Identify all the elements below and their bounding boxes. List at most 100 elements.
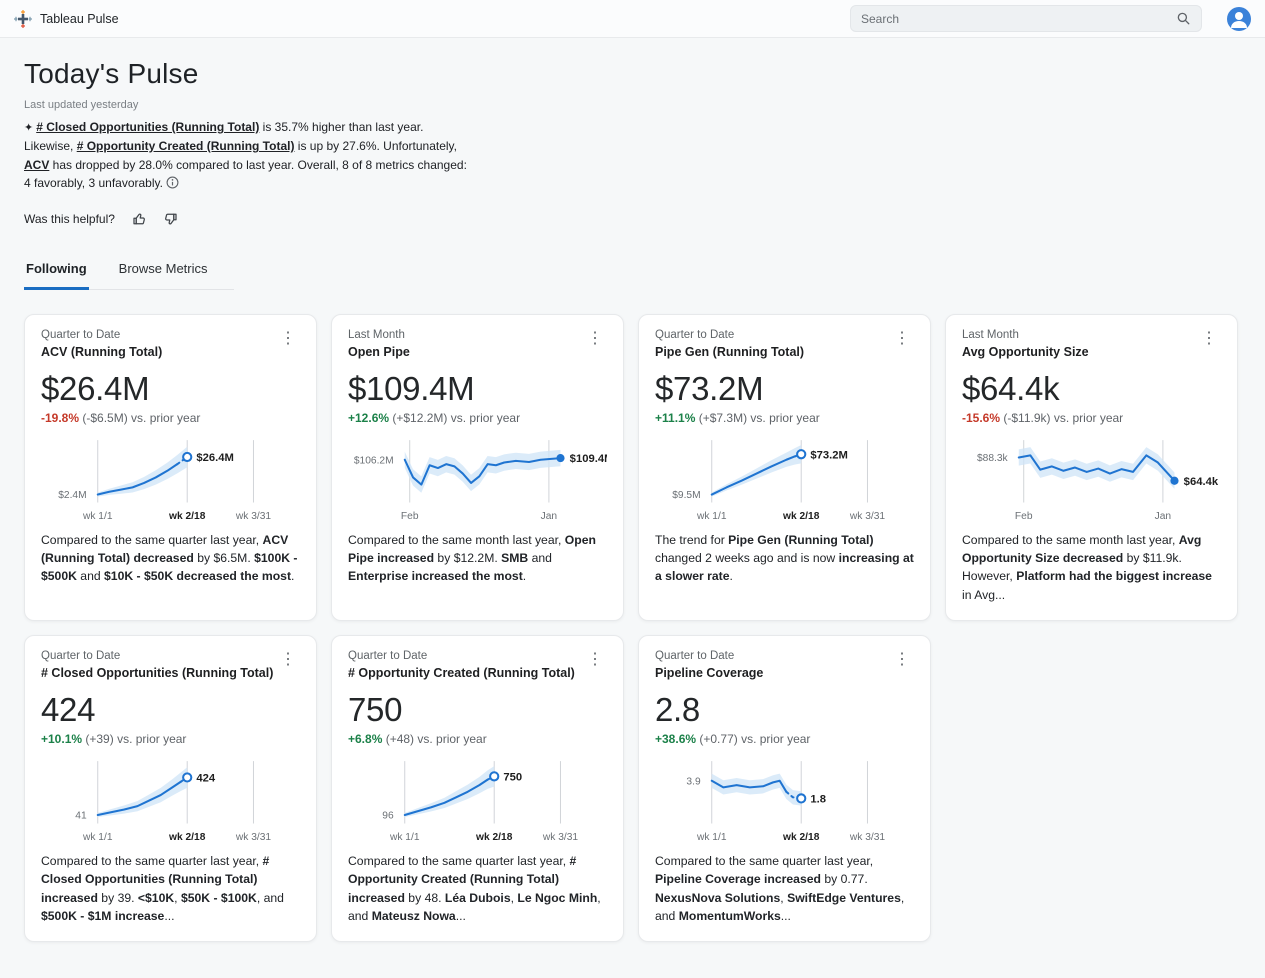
card-menu-button[interactable]: ⋮ [1197,329,1221,349]
card-change: +6.8% (+48) vs. prior year [348,732,607,746]
card-description: Compared to the same quarter last year, … [41,531,300,586]
card-sparkline-chart: wk 1/1 wk 2/18 wk 3/31 96 750 [382,761,578,843]
summary-text: # Closed Opportunities (Running Total) i… [24,120,467,190]
description-segment: Compared to the same quarter last year, [655,854,874,869]
card-menu-button[interactable]: ⋮ [276,329,300,349]
svg-text:wk 2/18: wk 2/18 [168,511,206,522]
card-change: +38.6% (+0.77) vs. prior year [655,732,914,746]
card-change-percent: +6.8% [348,732,383,747]
tab-following[interactable]: Following [24,257,89,290]
summary-metric-link[interactable]: # Closed Opportunities (Running Total) [36,120,259,134]
card-menu-button[interactable]: ⋮ [890,329,914,349]
metric-card[interactable]: Last Month Avg Opportunity Size ⋮ $64.4k… [945,313,1238,622]
card-change-detail: (+0.77) vs. prior year [696,732,811,747]
svg-text:$109.4M: $109.4M [570,453,607,465]
svg-text:wk 1/1: wk 1/1 [82,832,113,843]
description-segment: $10K - $50K [104,569,174,584]
description-segment: ... [780,908,791,923]
tab-browse-metrics[interactable]: Browse Metrics [117,257,210,289]
card-change-detail: (-$6.5M) vs. prior year [79,410,201,425]
user-avatar[interactable] [1227,6,1251,31]
card-metric-name: ACV (Running Total) [41,344,163,359]
card-period: Quarter to Date [655,650,735,663]
description-segment: , and [256,890,284,905]
card-period: Quarter to Date [348,650,428,663]
svg-text:$64.4k: $64.4k [1184,476,1219,488]
metric-card[interactable]: Quarter to Date Pipeline Coverage ⋮ 2.8 … [638,635,931,943]
card-change: +10.1% (+39) vs. prior year [41,732,300,746]
description-segment: ... [164,908,175,923]
card-menu-button[interactable]: ⋮ [890,650,914,670]
svg-text:$106.2M: $106.2M [354,455,394,466]
description-segment: by 39. [97,890,138,905]
description-segment: Compared to the same month last year, [962,532,1179,547]
card-metric-name: Avg Opportunity Size [962,344,1089,359]
info-icon[interactable] [166,176,179,192]
svg-text:wk 2/18: wk 2/18 [475,832,513,843]
card-change-detail: (+$12.2M) vs. prior year [389,410,521,425]
metric-card[interactable]: Quarter to Date ACV (Running Total) ⋮ $2… [24,313,317,622]
svg-text:750: 750 [503,771,522,783]
metric-card[interactable]: Quarter to Date # Opportunity Created (R… [331,635,624,943]
metric-card[interactable]: Last Month Open Pipe ⋮ $109.4M +12.6% (+… [331,313,624,622]
svg-text:96: 96 [382,811,394,822]
search-bar[interactable] [850,5,1202,32]
card-sparkline-chart: wk 1/1 wk 2/18 wk 3/313.91.8 [686,761,885,843]
description-segment: Enterprise increased the most [348,569,523,584]
metric-card[interactable]: Quarter to Date Pipe Gen (Running Total)… [638,313,931,622]
description-segment: by 0.77. [820,872,868,887]
summary-metric-link[interactable]: ACV [24,158,49,172]
description-segment: . [291,569,295,584]
svg-text:$88.3k: $88.3k [977,453,1009,464]
card-menu-button[interactable]: ⋮ [276,650,300,670]
description-segment: Le Ngoc Minh [517,890,598,905]
card-description: Compared to the same quarter last year, … [41,852,300,925]
description-segment: . [522,569,527,584]
svg-text:wk 2/18: wk 2/18 [168,832,206,843]
card-period: Last Month [348,328,405,341]
svg-text:wk 2/18: wk 2/18 [782,832,820,843]
description-segment: Mateusz Nowa [371,908,456,923]
svg-text:wk 1/1: wk 1/1 [389,832,420,843]
description-segment: $500K - $1M increase [41,908,165,923]
card-description: The trend for Pipe Gen (Running Total) c… [655,531,914,586]
card-metric-name: Pipeline Coverage [655,666,764,681]
svg-text:Feb: Feb [1015,511,1033,522]
svg-text:wk 1/1: wk 1/1 [82,511,113,522]
svg-text:Jan: Jan [541,511,558,522]
page-title: Today's Pulse [24,58,199,89]
description-segment: Compared to the same quarter last year, [41,854,263,869]
card-value: $73.2M [655,369,764,407]
description-segment: ... [455,908,466,923]
card-sparkline-chart: wk 1/1 wk 2/18 wk 3/31 41 424 [75,761,271,843]
card-menu-button[interactable]: ⋮ [583,650,607,670]
description-segment: NexusNova Solutions [655,890,781,905]
description-segment: $50K - $100K [180,890,257,905]
svg-text:wk 1/1: wk 1/1 [696,832,727,843]
card-value: $26.4M [41,369,150,407]
card-change-detail: (+$7.3M) vs. prior year [695,410,820,425]
card-sparkline-chart: wk 1/1 wk 2/18 wk 3/31 $9.5M $73.2M [672,439,885,522]
thumbs-up-button[interactable] [131,211,147,227]
helpful-prompt: Was this helpful? [24,211,115,226]
description-segment: The trend for [655,532,729,547]
description-segment: MomentumWorks [678,908,781,923]
card-change-percent: -19.8% [41,410,80,425]
card-change-percent: +10.1% [41,732,83,747]
card-menu-button[interactable]: ⋮ [583,329,607,349]
description-segment: SwiftEdge Ventures [787,890,901,905]
description-segment: , [510,890,518,905]
summary-metric-link[interactable]: # Opportunity Created (Running Total) [77,139,295,153]
metric-card[interactable]: Quarter to Date # Closed Opportunities (… [24,635,317,943]
card-change-percent: +38.6% [655,732,697,747]
thumbs-down-button[interactable] [163,211,179,227]
svg-text:$2.4M: $2.4M [58,490,86,501]
svg-text:41: 41 [75,811,87,822]
search-input[interactable] [861,11,1176,26]
card-change-detail: (+39) vs. prior year [82,732,187,747]
svg-text:424: 424 [196,773,216,785]
svg-text:3.9: 3.9 [686,776,701,787]
search-icon [1176,11,1191,26]
description-segment: , [780,890,788,905]
card-description: Compared to the same quarter last year, … [655,852,914,925]
